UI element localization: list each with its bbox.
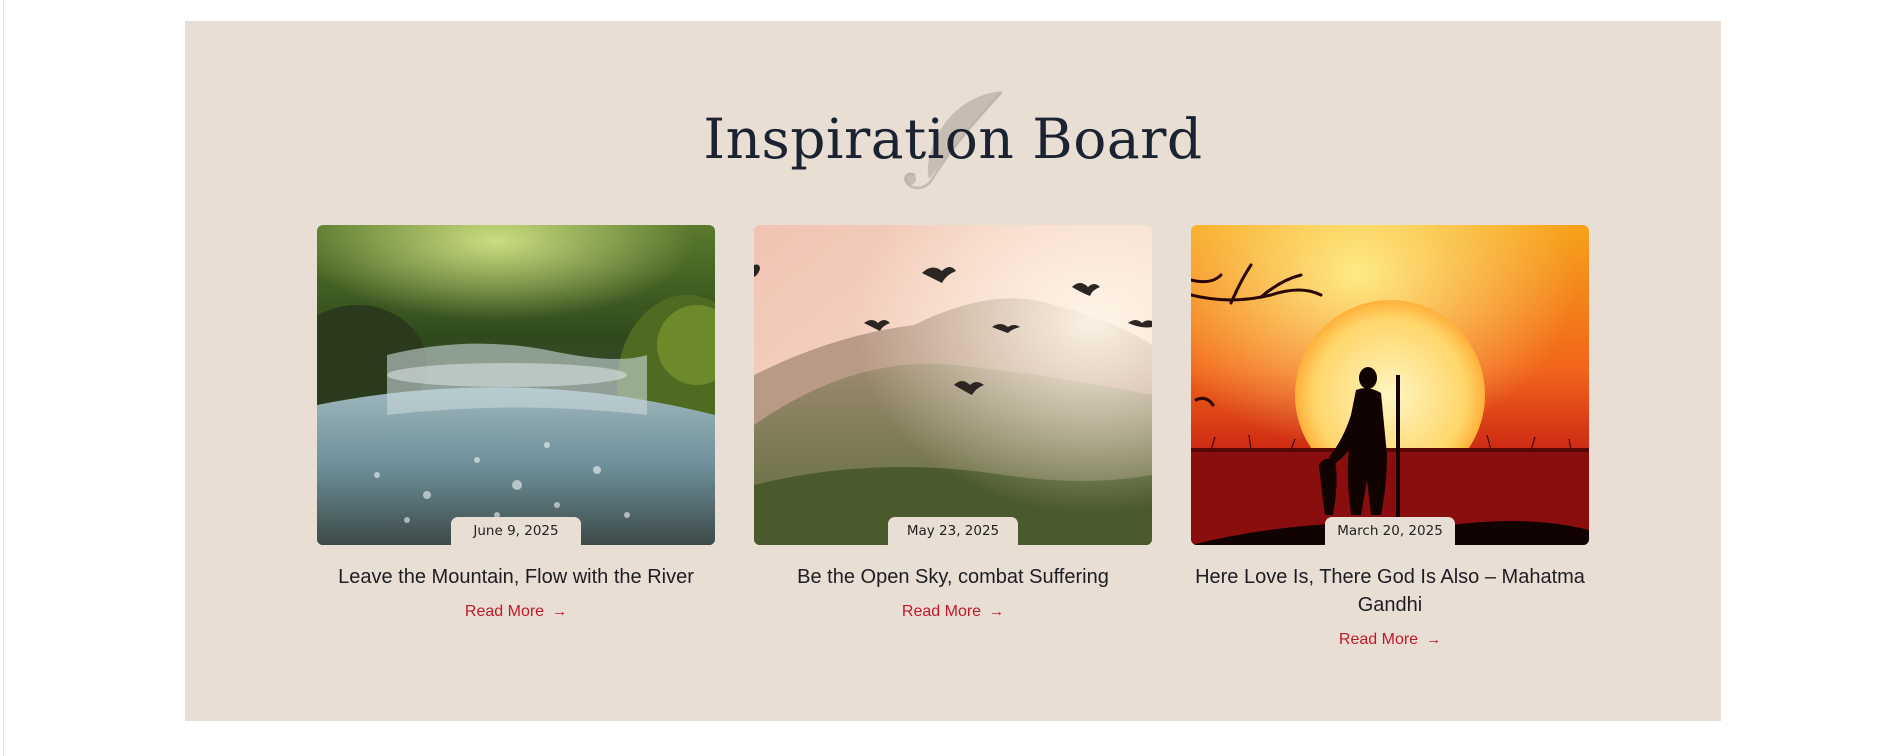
arrow-right-icon: → bbox=[989, 603, 1005, 620]
read-more-label: Read More bbox=[901, 603, 982, 620]
post-card: June 9, 2025 Leave the Mountain, Flow wi… bbox=[317, 225, 715, 621]
read-more-label: Read More bbox=[1338, 631, 1419, 648]
post-card: March 20, 2025 Here Love Is, There God I… bbox=[1191, 225, 1589, 649]
section-header: Inspiration Board bbox=[185, 81, 1721, 211]
post-date-badge: March 20, 2025 bbox=[1325, 517, 1455, 545]
arrow-right-icon: → bbox=[552, 603, 568, 620]
read-more-label: Read More bbox=[464, 603, 545, 620]
read-more-link[interactable]: Read More → bbox=[317, 603, 715, 621]
section-title: Inspiration Board bbox=[703, 107, 1203, 171]
post-image-sunset-silhouette[interactable]: March 20, 2025 bbox=[1191, 225, 1589, 545]
read-more-link[interactable]: Read More → bbox=[1191, 631, 1589, 649]
post-title[interactable]: Leave the Mountain, Flow with the River bbox=[317, 563, 715, 591]
post-image-birds[interactable]: May 23, 2025 bbox=[754, 225, 1152, 545]
post-card: May 23, 2025 Be the Open Sky, combat Suf… bbox=[754, 225, 1152, 621]
post-title[interactable]: Be the Open Sky, combat Suffering bbox=[754, 563, 1152, 591]
inspiration-board-section: Inspiration Board June 9, 2025 Leave the… bbox=[185, 21, 1721, 721]
post-date-badge: May 23, 2025 bbox=[888, 517, 1018, 545]
page-left-border bbox=[3, 0, 4, 756]
post-title[interactable]: Here Love Is, There God Is Also – Mahatm… bbox=[1191, 563, 1589, 619]
read-more-link[interactable]: Read More → bbox=[754, 603, 1152, 621]
arrow-right-icon: → bbox=[1426, 631, 1442, 648]
post-date-badge: June 9, 2025 bbox=[451, 517, 581, 545]
post-image-stream[interactable]: June 9, 2025 bbox=[317, 225, 715, 545]
